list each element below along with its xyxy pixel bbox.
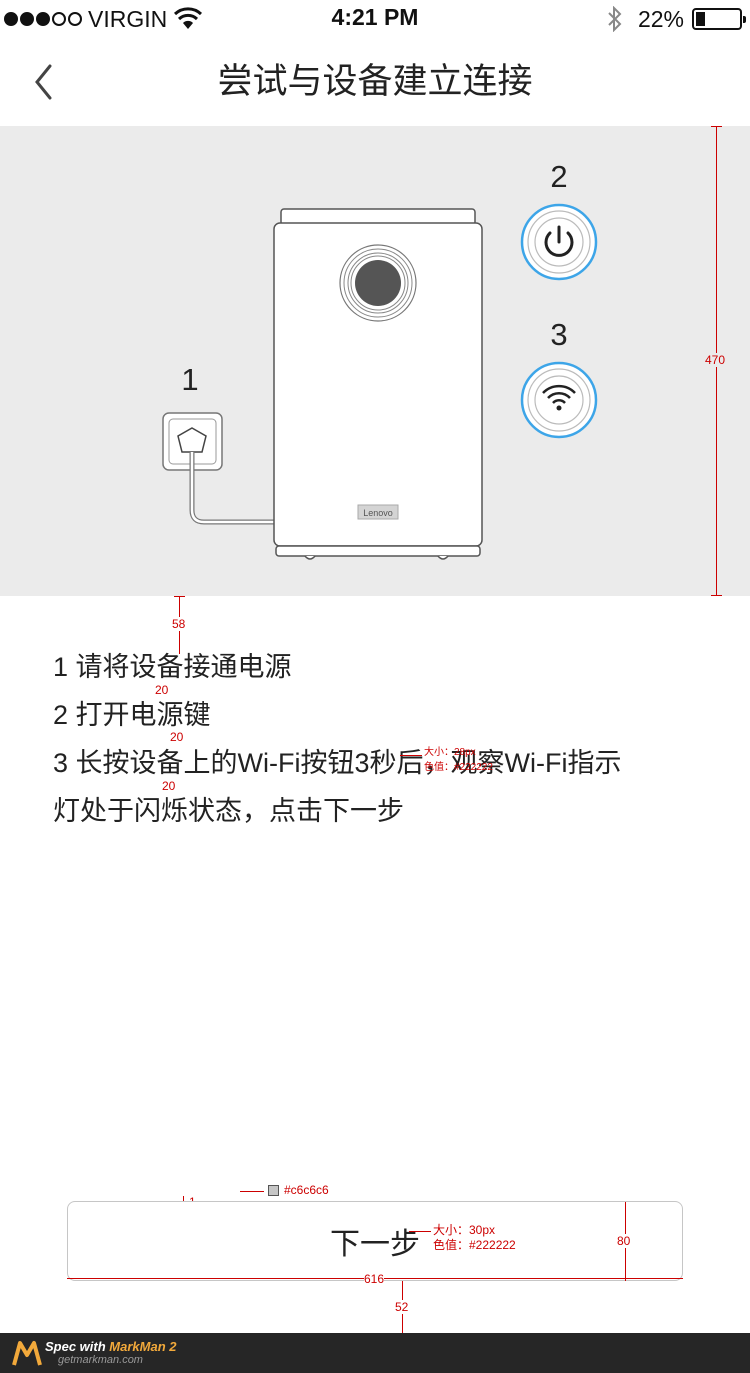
bluetooth-icon <box>608 6 622 32</box>
spec-gap-top: 58 <box>172 617 186 631</box>
spec-button-text-pointer <box>409 1231 431 1232</box>
next-step-button[interactable]: 下一步 <box>67 1201 683 1281</box>
spec-text-size: 大小：28px <box>424 747 476 758</box>
step-1-label: 1 <box>181 362 198 397</box>
illustration-drawing: 1 Lenovo 2 3 <box>162 159 598 560</box>
status-bar: VIRGIN 4:21 PM 22% <box>0 0 750 38</box>
device-illustration: 1 Lenovo 2 3 <box>0 126 750 596</box>
battery-percent: 22% <box>637 5 684 32</box>
footer-subtitle: getmarkman.com <box>58 1354 143 1366</box>
spec-line-gap-2: 20 <box>170 730 184 744</box>
spec-height-cap-top <box>711 126 722 127</box>
step-2-label: 2 <box>550 159 567 194</box>
spec-border-pointer <box>240 1191 264 1192</box>
spec-gap-top-cap <box>174 596 185 597</box>
spec-gap-bottom: 52 <box>395 1300 409 1314</box>
spec-line-gap-3: 20 <box>162 779 176 793</box>
spec-border-color: #c6c6c6 <box>284 1183 329 1197</box>
device-body: Lenovo <box>273 208 483 560</box>
spec-button-text-size: 大小：30px <box>433 1223 496 1237</box>
next-step-label: 下一步 <box>330 1228 420 1261</box>
status-right: 22% <box>606 4 746 34</box>
nav-bar: 尝试与设备建立连接 <box>0 38 750 126</box>
spec-button-width: 616 <box>364 1272 385 1286</box>
instruction-line-3: 3 长按设备上的Wi-Fi按钮3秒后，观察Wi-Fi指示 <box>53 748 622 778</box>
spec-color-swatch <box>268 1185 279 1196</box>
power-button-icon <box>520 203 598 281</box>
spec-button-text-color: 色值：#222222 <box>433 1238 516 1252</box>
instruction-line-2: 2 打开电源键 <box>53 700 211 730</box>
step-3-label: 3 <box>550 317 567 352</box>
instruction-line-1: 1 请将设备接通电源 <box>53 652 292 682</box>
spec-line-gap-1: 20 <box>155 683 169 697</box>
spec-button-height: 80 <box>617 1234 631 1248</box>
wifi-button-icon <box>520 361 598 439</box>
spec-illustration-height: 470 <box>705 353 726 367</box>
markman-logo-icon <box>12 1341 42 1366</box>
spec-text-color: 色值：#222222 <box>424 762 493 773</box>
brand-label: Lenovo <box>363 508 393 518</box>
page-title: 尝试与设备建立连接 <box>217 62 533 101</box>
markman-footer: Spec with MarkMan 2 getmarkman.com <box>0 1333 750 1373</box>
instruction-line-4: 灯处于闪烁状态，点击下一步 <box>53 796 404 826</box>
power-outlet-icon <box>162 412 274 525</box>
instructions: 1 请将设备接通电源 2 打开电源键 3 长按设备上的Wi-Fi按钮3秒后，观察… <box>53 643 703 835</box>
spec-height-cap-bottom <box>711 595 722 596</box>
spec-text-pointer <box>400 755 422 756</box>
footer-title: Spec with MarkMan 2 <box>45 1339 177 1354</box>
battery-icon <box>692 8 746 30</box>
